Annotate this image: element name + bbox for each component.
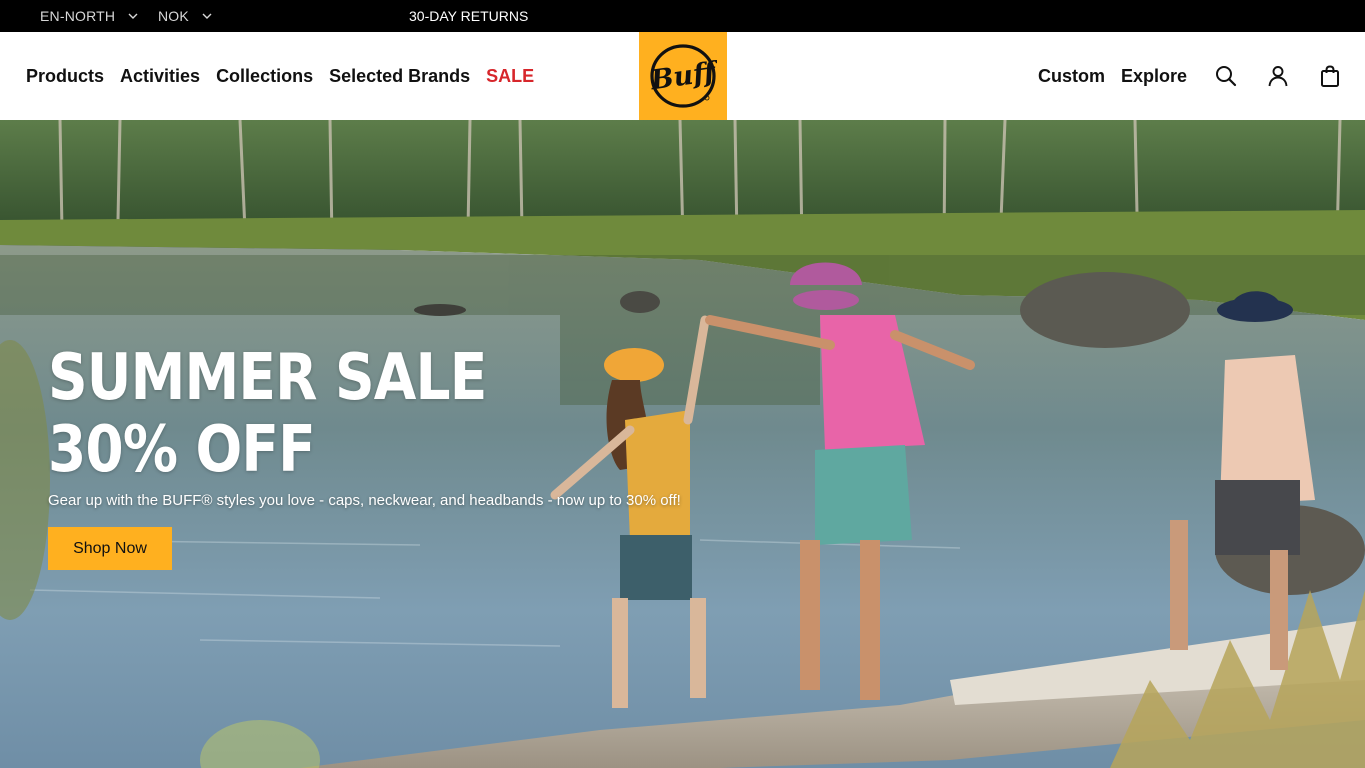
chevron-down-icon — [128, 13, 138, 19]
nav-explore[interactable]: Explore — [1121, 66, 1187, 87]
nav-sale[interactable]: SALE — [486, 66, 534, 87]
hero-title-line2: 30% OFF — [48, 413, 316, 487]
search-button[interactable] — [1213, 63, 1239, 89]
region-selector[interactable]: EN-NORTH — [40, 0, 139, 32]
buff-logo-icon: Buff — [649, 44, 717, 108]
nav-left-links: Products Activities Collections Selected… — [26, 32, 534, 120]
top-bar: EN-NORTH NOK 30-DAY RETURNS — [0, 0, 1365, 32]
currency-label: NOK — [158, 8, 189, 24]
region-label: EN-NORTH — [40, 8, 116, 24]
nav-collections[interactable]: Collections — [216, 66, 313, 87]
shopping-bag-icon — [1321, 65, 1339, 87]
nav-right-links: Custom Explore — [1038, 32, 1343, 120]
promo-message: 30-DAY RETURNS — [409, 8, 529, 24]
search-icon — [1216, 66, 1237, 87]
account-icon — [1268, 66, 1288, 87]
nav-products[interactable]: Products — [26, 66, 104, 87]
hero-title-line1: SUMMER SALE — [48, 341, 487, 415]
hero-banner: SUMMER SALE 30% OFF Gear up with the BUF… — [0, 120, 1365, 768]
shop-now-button[interactable]: Shop Now — [48, 527, 172, 570]
nav-selected-brands[interactable]: Selected Brands — [329, 66, 470, 87]
main-navigation: Products Activities Collections Selected… — [0, 32, 1365, 120]
cart-button[interactable] — [1317, 63, 1343, 89]
buff-logo[interactable]: Buff — [639, 32, 727, 120]
hero-subtitle: Gear up with the BUFF® styles you love -… — [48, 492, 681, 509]
currency-selector[interactable]: NOK — [158, 0, 213, 32]
account-button[interactable] — [1265, 63, 1291, 89]
chevron-down-icon — [202, 13, 212, 19]
svg-text:Buff: Buff — [649, 56, 717, 97]
nav-custom[interactable]: Custom — [1038, 66, 1105, 87]
hero-title: SUMMER SALE 30% OFF — [48, 341, 487, 487]
nav-activities[interactable]: Activities — [120, 66, 200, 87]
